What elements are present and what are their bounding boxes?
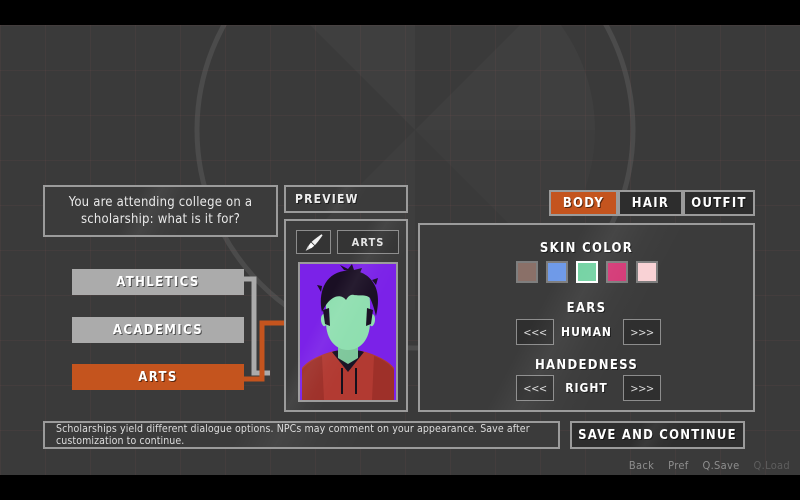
preview-panel: ARTS <box>284 219 408 412</box>
skin-swatch[interactable] <box>605 261 628 283</box>
quick-menu: Back Pref Q.Save Q.Load <box>629 459 790 472</box>
major-chip: ARTS <box>337 230 399 254</box>
tab-body[interactable]: BODY <box>549 190 618 216</box>
arrow-right-icon: >>> <box>630 381 654 395</box>
character-portrait-art <box>300 264 396 400</box>
save-and-continue-button[interactable]: SAVE AND CONTINUE <box>570 421 745 449</box>
question-box: You are attending college on a scholarsh… <box>43 185 278 237</box>
tab-hair[interactable]: HAIR <box>618 190 683 216</box>
quick-menu-pref[interactable]: Pref <box>668 459 688 472</box>
tab-label: BODY <box>562 195 605 211</box>
tab-label: OUTFIT <box>691 195 747 211</box>
preview-header: PREVIEW <box>284 185 408 213</box>
choice-label: ATHLETICS <box>116 274 200 290</box>
handedness-title: HANDEDNESS <box>534 358 639 373</box>
save-button-label: SAVE AND CONTINUE <box>578 427 737 443</box>
options-panel: SKIN COLOR EARS <<< HUMAN >>> HANDEDNESS… <box>418 223 755 412</box>
question-text: You are attending college on a scholarsh… <box>68 195 253 227</box>
choice-label: ARTS <box>138 369 178 385</box>
quick-menu-back[interactable]: Back <box>629 459 654 472</box>
major-chip-label: ARTS <box>351 235 385 249</box>
skin-color-swatches <box>420 261 753 283</box>
choice-button-arts[interactable]: ARTS <box>72 364 244 390</box>
tooltip-box: Scholarships yield different dialogue op… <box>43 421 560 449</box>
ears-next-button[interactable]: >>> <box>623 319 661 345</box>
skin-swatch[interactable] <box>515 261 538 283</box>
handedness-value: RIGHT <box>565 381 608 395</box>
tab-outfit[interactable]: OUTFIT <box>683 190 755 216</box>
quick-menu-qload[interactable]: Q.Load <box>754 459 790 472</box>
game-stage: You are attending college on a scholarsh… <box>0 25 800 475</box>
skin-swatch[interactable] <box>635 261 658 283</box>
choice-button-academics[interactable]: ACADEMICS <box>72 317 244 343</box>
paintbrush-icon <box>305 234 323 251</box>
skin-color-title: SKIN COLOR <box>539 241 634 256</box>
ears-title: EARS <box>566 301 607 316</box>
letterbox-bottom <box>0 475 800 500</box>
choice-label: ACADEMICS <box>112 322 204 338</box>
tooltip-text: Scholarships yield different dialogue op… <box>56 423 530 447</box>
game-screen: You are attending college on a scholarsh… <box>0 0 800 500</box>
skin-swatch[interactable] <box>545 261 568 283</box>
handedness-next-button[interactable]: >>> <box>623 375 661 401</box>
tab-label: HAIR <box>631 195 670 211</box>
ears-value: HUMAN <box>561 325 612 339</box>
quick-menu-qsave[interactable]: Q.Save <box>703 459 740 472</box>
choice-button-athletics[interactable]: ATHLETICS <box>72 269 244 295</box>
preview-header-label: PREVIEW <box>295 192 359 206</box>
paintbrush-button[interactable] <box>296 230 331 254</box>
skin-swatch-selected[interactable] <box>575 261 598 283</box>
letterbox-top <box>0 0 800 25</box>
arrow-right-icon: >>> <box>630 325 654 339</box>
character-portrait <box>298 262 398 402</box>
